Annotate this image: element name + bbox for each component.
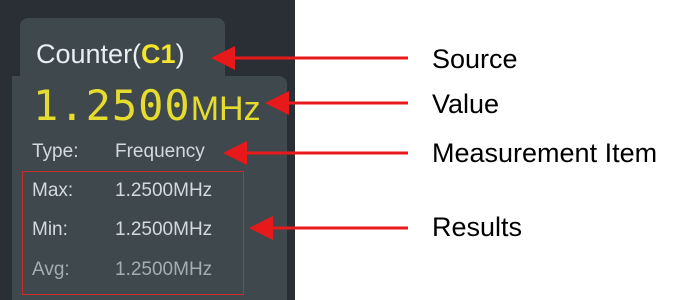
results-annotation: Results bbox=[432, 212, 523, 242]
source-annotation: Source bbox=[432, 44, 518, 74]
diagram: Counter(C1) 1.2500MHz Type: Frequency Ma… bbox=[0, 0, 698, 300]
measurement-item-annotation: Measurement Item bbox=[432, 138, 658, 168]
value-annotation: Value bbox=[432, 89, 500, 119]
